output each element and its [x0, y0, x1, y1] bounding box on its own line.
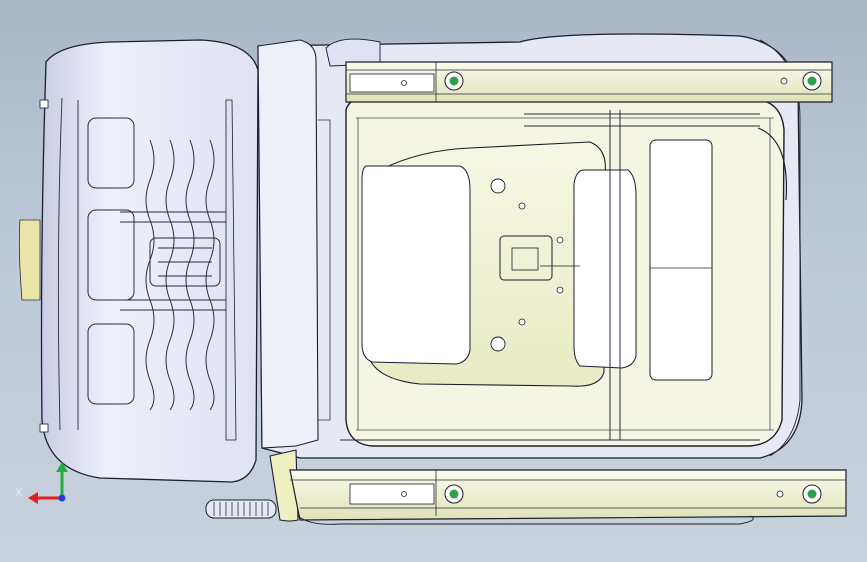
seat-pan: [361, 139, 713, 387]
x-axis-label: X: [15, 486, 23, 499]
axis-triad: X: [15, 462, 68, 504]
bottom-slide-rail[interactable]: [205, 449, 847, 525]
rail-bolt: [802, 484, 822, 504]
z-axis-marker: [58, 494, 66, 502]
rail-bolt: [444, 71, 464, 91]
recline-handwheel[interactable]: [205, 499, 277, 519]
seat-back[interactable]: [18, 39, 259, 483]
seat-model-drawing: X: [15, 33, 847, 525]
top-slide-rail[interactable]: [345, 61, 833, 103]
rail-bolt: [802, 71, 822, 91]
cad-viewport[interactable]: X: [0, 0, 867, 562]
headrest-edge: [18, 219, 41, 301]
rail-bolt: [444, 484, 464, 504]
